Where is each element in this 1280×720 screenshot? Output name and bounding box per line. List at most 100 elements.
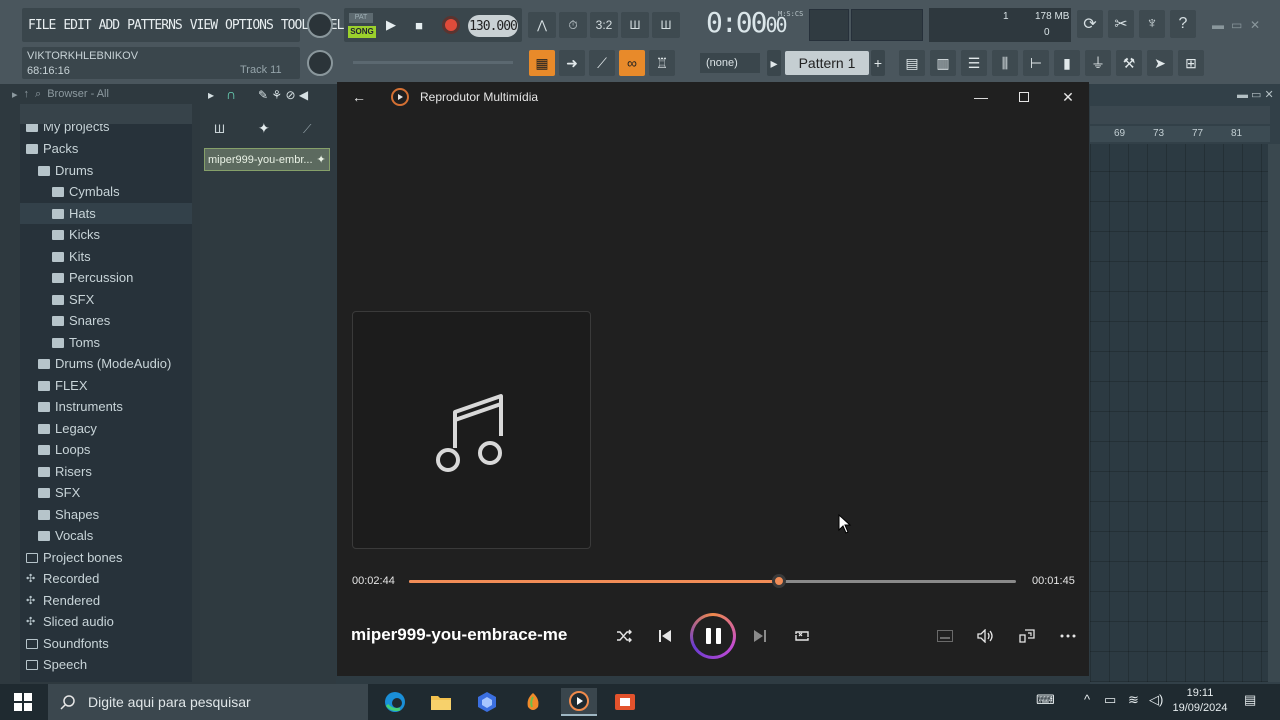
more-icon[interactable]: [1054, 622, 1082, 650]
browser-item[interactable]: ✣ Rendered: [20, 590, 192, 611]
browser-item[interactable]: Toms: [20, 332, 192, 353]
browser-item[interactable]: Soundfonts: [20, 633, 192, 654]
wait-record-icon[interactable]: ⏱: [559, 12, 587, 38]
browser-item[interactable]: ✣ Sliced audio: [20, 611, 192, 632]
pat-song-toggle[interactable]: PAT SONG: [346, 11, 376, 39]
master-volume-knob[interactable]: [307, 12, 333, 38]
rack-waveform-icon[interactable]: ✦: [258, 120, 270, 137]
arrow-left-icon[interactable]: ←: [348, 87, 370, 107]
browser-item[interactable]: Instruments: [20, 396, 192, 417]
scissors-icon[interactable]: ✂: [1108, 10, 1134, 38]
record-button[interactable]: [438, 12, 464, 38]
menu-view[interactable]: VIEW: [190, 18, 218, 33]
browser-item[interactable]: Drums (ModeAudio): [20, 353, 192, 374]
browser-item[interactable]: Legacy: [20, 418, 192, 439]
browser-item[interactable]: Percussion: [20, 267, 192, 288]
menu-file[interactable]: FILE: [28, 18, 56, 33]
seek-bar[interactable]: [409, 574, 1016, 588]
next-icon[interactable]: [746, 622, 774, 650]
wifi-icon[interactable]: ≋: [1128, 692, 1139, 708]
fl-close-icon[interactable]: ✕: [1250, 18, 1260, 32]
playlist-scrollbar[interactable]: [1268, 144, 1280, 682]
refresh-icon[interactable]: ⟳: [1077, 10, 1103, 38]
pause-button[interactable]: [690, 613, 736, 659]
playlist-grid[interactable]: [1090, 144, 1268, 682]
browser-item[interactable]: Drums: [20, 160, 192, 181]
magnet-icon[interactable]: ∩: [226, 86, 236, 102]
shuffle-icon[interactable]: [610, 622, 638, 650]
pattern-prev-icon[interactable]: ▸: [767, 50, 781, 76]
step-forward-icon[interactable]: ➜: [559, 50, 585, 76]
media-player-taskbar-icon[interactable]: [561, 688, 597, 716]
close-icon[interactable]: ✕: [1057, 87, 1079, 107]
file-explorer-icon[interactable]: [423, 688, 459, 716]
miniplayer-icon[interactable]: [931, 622, 959, 650]
tempo-display[interactable]: 130.000: [468, 15, 518, 37]
rack-play-icon[interactable]: ▸: [208, 88, 214, 102]
browser-search-icon[interactable]: ⌕: [35, 88, 41, 101]
browser-arrow-icon[interactable]: ▸: [12, 88, 18, 101]
stamp-icon[interactable]: ♖: [649, 50, 675, 76]
previous-icon[interactable]: [651, 622, 679, 650]
fl-studio-taskbar-icon[interactable]: [515, 688, 551, 716]
typing-keyboard-icon[interactable]: ▦: [529, 50, 555, 76]
help-icon[interactable]: ?: [1170, 10, 1196, 38]
menu-options[interactable]: OPTIONS: [225, 18, 274, 33]
pattern-selector[interactable]: Pattern 1: [785, 51, 869, 75]
browser-item[interactable]: Loops: [20, 439, 192, 460]
fl-minimize-icon[interactable]: ▬: [1212, 18, 1224, 32]
tools-icon[interactable]: ⚒: [1116, 50, 1142, 76]
browser-tree-icon[interactable]: ⊢: [1023, 50, 1049, 76]
piano-roll-icon[interactable]: ▥: [930, 50, 956, 76]
browser-item[interactable]: Cymbals: [20, 181, 192, 202]
project-icon[interactable]: ▮: [1054, 50, 1080, 76]
windows-start-icon[interactable]: [14, 693, 32, 716]
send-icon[interactable]: ➤: [1147, 50, 1173, 76]
pencil-icon[interactable]: ⟋: [589, 50, 615, 76]
browser-item[interactable]: Shapes: [20, 504, 192, 525]
browser-item[interactable]: Packs: [20, 138, 192, 159]
fl-maximize-icon[interactable]: ▭: [1231, 18, 1242, 32]
repeat-icon[interactable]: [788, 622, 816, 650]
browser-up-icon[interactable]: ↑: [24, 88, 30, 100]
rack-tools-icon[interactable]: ✎ ⚘ ⊘ ◀: [258, 88, 308, 102]
menu-edit[interactable]: EDIT: [63, 18, 91, 33]
playlist-icon[interactable]: ▤: [899, 50, 925, 76]
rack-curve-icon[interactable]: ⟋: [303, 122, 311, 137]
browser-item[interactable]: ✣ Recorded: [20, 568, 192, 589]
plugin-icon[interactable]: ⏚: [1085, 50, 1111, 76]
speaker-icon[interactable]: ◁): [1149, 692, 1163, 708]
browser-item[interactable]: Risers: [20, 461, 192, 482]
taskbar-search[interactable]: Digite aqui para pesquisar: [48, 684, 368, 720]
app-hexagon-icon[interactable]: [469, 688, 505, 716]
playlist-window-controls[interactable]: ▬ ▭ ✕: [1237, 88, 1274, 101]
browser-item[interactable]: Project bones: [20, 547, 192, 568]
snap-select[interactable]: (none): [700, 53, 760, 73]
cast-icon[interactable]: [1013, 622, 1041, 650]
browser-item[interactable]: Vocals: [20, 525, 192, 546]
notification-icon[interactable]: ▤: [1244, 692, 1256, 708]
browser-item[interactable]: Kicks: [20, 224, 192, 245]
channel-rack-icon[interactable]: ☰: [961, 50, 987, 76]
browser-item[interactable]: SFX: [20, 289, 192, 310]
link-icon[interactable]: ∞: [619, 50, 645, 76]
browser-item[interactable]: Speech: [20, 654, 192, 675]
volume-icon[interactable]: [972, 622, 1000, 650]
browser-item[interactable]: Snares: [20, 310, 192, 331]
tray-chevron-icon[interactable]: ^: [1084, 692, 1090, 707]
step-edit-icon[interactable]: Ш: [621, 12, 649, 38]
minimize-icon[interactable]: —: [970, 87, 992, 107]
keyboard-icon[interactable]: ⌨: [1036, 692, 1055, 708]
menu-patterns[interactable]: PATTERNS: [127, 18, 183, 33]
countdown-icon[interactable]: 3:2: [590, 12, 618, 38]
browser-item[interactable]: My projects: [20, 124, 192, 137]
metronome-icon[interactable]: ⋀: [528, 12, 556, 38]
browser-item[interactable]: Kits: [20, 246, 192, 267]
office-app-icon[interactable]: [607, 688, 643, 716]
browser-item[interactable]: FLEX: [20, 375, 192, 396]
menu-add[interactable]: ADD: [99, 18, 121, 33]
browser-item[interactable]: Hats: [20, 203, 192, 224]
edge-icon[interactable]: [377, 688, 413, 716]
rack-piano-icon[interactable]: Ш: [214, 122, 225, 136]
rack-channel-item[interactable]: miper999-you-embr... ✦: [204, 148, 330, 171]
